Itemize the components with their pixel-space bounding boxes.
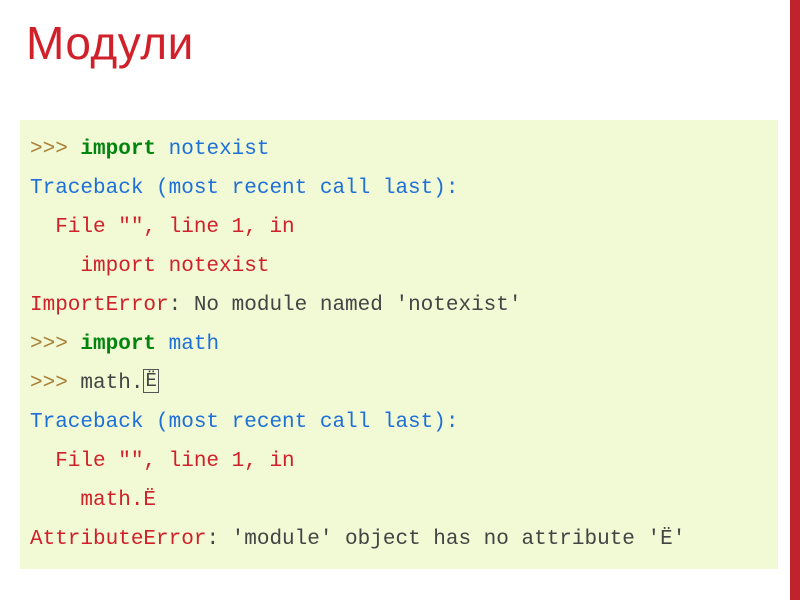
module-name: math bbox=[169, 333, 219, 356]
traceback-header: Traceback (most recent call last): bbox=[30, 177, 458, 200]
traceback-line: import notexist bbox=[30, 255, 269, 278]
error-message: : 'module' object has no attribute 'Ё' bbox=[206, 528, 685, 551]
accent-bar bbox=[790, 0, 800, 600]
expression: math. bbox=[80, 372, 143, 395]
space bbox=[156, 333, 169, 356]
repl-prompt: >>> bbox=[30, 138, 80, 161]
traceback-header: Traceback (most recent call last): bbox=[30, 411, 458, 434]
error-message: : No module named 'notexist' bbox=[169, 294, 522, 317]
repl-prompt: >>> bbox=[30, 333, 80, 356]
error-name: ImportError bbox=[30, 294, 169, 317]
space bbox=[156, 138, 169, 161]
slide: Модули >>> import notexist Traceback (mo… bbox=[0, 0, 800, 600]
slide-title: Модули bbox=[26, 16, 194, 70]
error-name: AttributeError bbox=[30, 528, 206, 551]
traceback-file: File "", line 1, in bbox=[30, 216, 307, 239]
traceback-file: File "", line 1, in bbox=[30, 450, 307, 473]
code-block: >>> import notexist Traceback (most rece… bbox=[20, 120, 778, 569]
module-name: notexist bbox=[169, 138, 270, 161]
keyword-import: import bbox=[80, 138, 156, 161]
traceback-line: math.Ё bbox=[30, 489, 156, 512]
repl-prompt: >>> bbox=[30, 372, 80, 395]
keyword-import: import bbox=[80, 333, 156, 356]
boxed-char: Ё bbox=[143, 369, 158, 393]
